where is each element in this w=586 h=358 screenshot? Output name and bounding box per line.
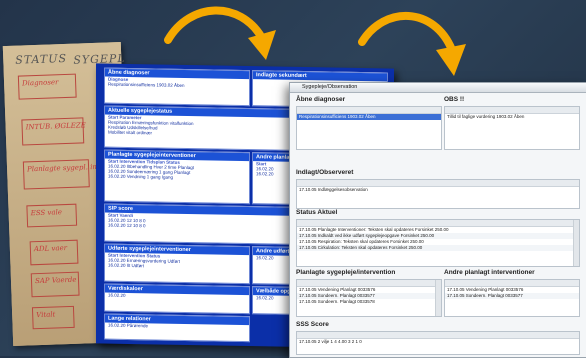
- flipchart-note-ess: ESS vale: [26, 203, 78, 228]
- section-title-obs: OBS !!: [444, 96, 465, 103]
- flipchart-note-sap: SAP Vaerde: [30, 271, 80, 298]
- flipchart-title: STATUS: [15, 51, 68, 67]
- table-row[interactable]: Tillid til faglige vurdering 1903.02 Åbe…: [445, 114, 579, 120]
- grid-indlagt[interactable]: 17.10.05 Indlæggelsesobservation: [296, 179, 580, 209]
- observation-window: Sygepleje/Observation Åbne diagnoser Res…: [289, 82, 586, 358]
- panel-udfoerte: Udførte sygeplejeinterventioner Start In…: [104, 243, 250, 285]
- arrow-icon: [358, 12, 466, 76]
- table-row[interactable]: Respirationsinsufficiens 1903.02 Åben: [297, 114, 441, 120]
- panel-aabne-diagnoser: Åbne diagnoser Diagnose Respirationsinsu…: [104, 67, 250, 107]
- grid-diagnoser[interactable]: Respirationsinsufficiens 1903.02 Åben: [296, 106, 442, 150]
- table-row[interactable]: 17.10.05 Cirkulation: Teksten skal opdat…: [297, 245, 579, 251]
- table-row[interactable]: 17.10.05 Indlæggelsesobservation: [297, 187, 579, 193]
- flipchart-note-vitalt: Vitalt: [31, 305, 75, 330]
- section-title-status: Status Aktuel: [296, 209, 338, 216]
- section-title-diagnoser: Åbne diagnoser: [296, 96, 346, 103]
- scrollbar[interactable]: [435, 280, 441, 316]
- panel-planlagte: Planlagte sygeplejeinterventioner Start …: [104, 149, 250, 205]
- grid-obs[interactable]: Tillid til faglige vurdering 1903.02 Åbe…: [444, 106, 580, 150]
- flipchart-note-diagnoser: Diagnoser: [17, 73, 77, 100]
- flipchart-note-intub: INTUB. ØGLEZE: [21, 117, 86, 146]
- flipchart-note-adl: ADL vaer: [29, 239, 79, 266]
- table-row[interactable]: 17.10.05 Sondeern. Planlagt 0033577: [445, 293, 579, 299]
- grid-planlagte[interactable]: 17.10.05 Vendening Planlagt 0033576 17.1…: [296, 279, 442, 317]
- section-title-indlagt: Indlagt/Observeret: [296, 169, 354, 176]
- table-row[interactable]: 17.10.05 2 vilje 1 4 4.00 3 2 1 0: [297, 339, 579, 345]
- section-title-sss: SSS Score: [296, 321, 329, 328]
- grid-sss[interactable]: 17.10.05 2 vilje 1 4 4.00 3 2 1 0: [296, 331, 580, 355]
- flipchart-note-planlagte: Planlagte sygepl. interventioner: [22, 159, 141, 190]
- scrollbar[interactable]: [573, 220, 579, 266]
- panel-relationer: Lange relationer 16.02.20 Pårørende: [104, 313, 250, 343]
- arrow-icon: [164, 6, 276, 60]
- table-row[interactable]: 17.10.05 Sondeern. Planlagt 0033578: [297, 299, 441, 305]
- section-title-planlagte: Planlagte sygepleje/intervention: [296, 269, 396, 276]
- grid-andre[interactable]: 17.10.05 Vendening Planlagt 0033576 17.1…: [444, 279, 580, 317]
- section-title-andre: Andre planlagt interventioner: [444, 269, 535, 276]
- panel-vaerdiskaler: Værdiskaloer 16.02.20: [104, 283, 250, 315]
- grid-status[interactable]: 17.10.05 Planlagte Interventioner: Tekst…: [296, 219, 580, 267]
